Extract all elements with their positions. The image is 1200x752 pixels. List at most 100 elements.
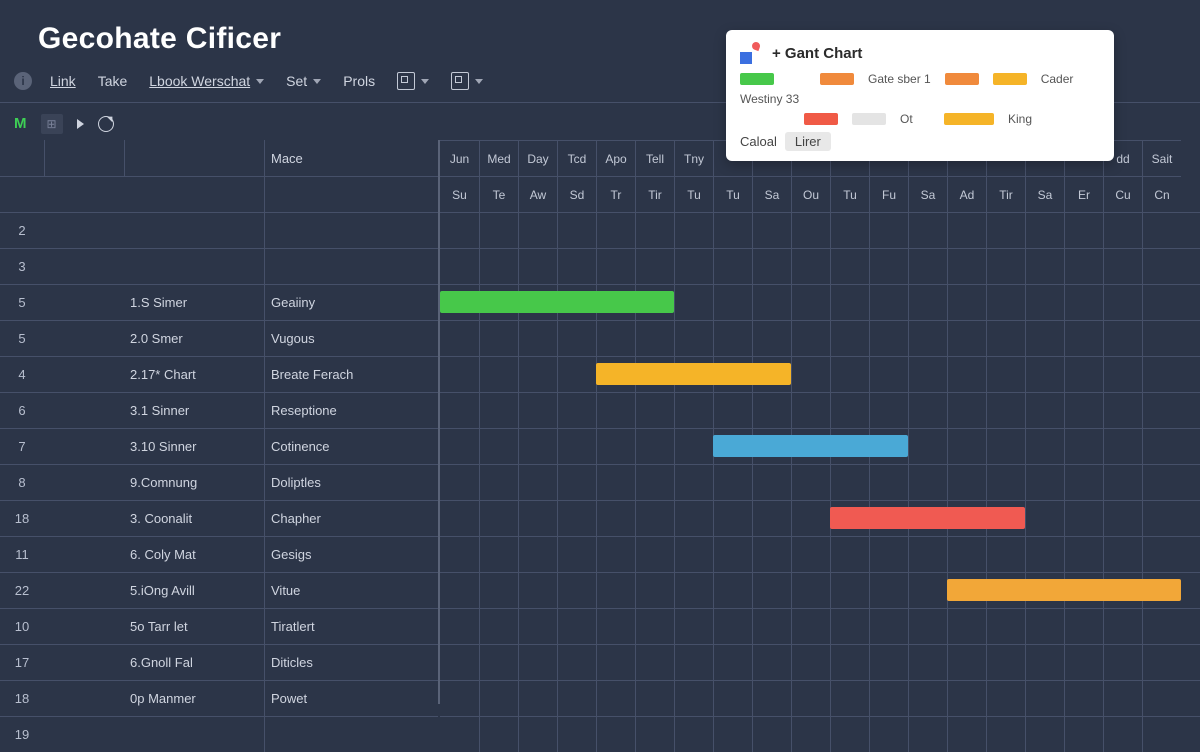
gantt-subheader-cell: Tu [713,176,752,212]
task-name: Diticles [264,645,438,680]
task-id: 6.Gnoll Fal [124,645,264,680]
legend-label: King [1008,112,1032,126]
legend-card: + Gant Chart Gate sber 1 Cader Westiny 3… [726,30,1114,161]
gantt-subheader-cell: Fu [869,176,908,212]
gantt-subheader-cell: Tir [986,176,1025,212]
gantt-subheader-cell: Sd [557,176,596,212]
gantt-subheader-cell: Su [440,176,479,212]
gantt-bar[interactable] [830,507,1025,529]
task-name: Doliptles [264,465,438,500]
legend-label: Gate sber 1 [868,72,931,86]
task-name: Gesigs [264,537,438,572]
row-number: 8 [0,464,44,500]
task-id: 2.17* Chart [124,357,264,392]
legend-footer-button[interactable]: Lirer [785,132,831,151]
task-row[interactable]: 5o Tarr letTiratlert [44,608,438,644]
menu-take[interactable]: Take [94,71,132,91]
gantt-subheader-cell: Te [479,176,518,212]
row-number: 11 [0,536,44,572]
gantt-subheader-cell: Cn [1142,176,1181,212]
task-row[interactable]: 2.17* ChartBreate Ferach [44,356,438,392]
gantt-row [440,392,1200,428]
legend-swatch-orange [820,73,854,85]
task-name: Chapher [264,501,438,536]
task-row[interactable]: 6.Gnoll FalDiticles [44,644,438,680]
refresh-icon[interactable] [98,116,114,132]
m-badge[interactable]: M [14,115,27,132]
task-id: 5o Tarr let [124,609,264,644]
gantt-row [440,464,1200,500]
gantt-subheader-cell: Aw [518,176,557,212]
toolbar-icon-1[interactable] [393,70,433,92]
task-id: 9.Comnung [124,465,264,500]
gantt-subheader-cell: Tr [596,176,635,212]
task-row[interactable]: 3.10 SinnerCotinence [44,428,438,464]
gantt-row [440,608,1200,644]
gantt-header-cell: Day [518,140,557,176]
gantt-subheader-cell: Cu [1103,176,1142,212]
menu-prols[interactable]: Prols [339,71,379,91]
toolbar-icon-2[interactable] [447,70,487,92]
grid-wrap: 2355467818112210171819 Mace 1.S SimerGea… [0,140,1200,704]
chevron-down-icon [256,79,264,84]
task-name: Vugous [264,321,438,356]
task-name: Breate Ferach [264,357,438,392]
gantt-subheader-cell: Tu [830,176,869,212]
gantt-bar[interactable] [947,579,1181,601]
task-name: Powet [264,681,438,716]
gantt-bar[interactable] [713,435,908,457]
task-id: 2.0 Smer [124,321,264,356]
task-row[interactable]: 2.0 SmerVugous [44,320,438,356]
task-row[interactable]: 0p ManmerPowet [44,680,438,716]
task-row[interactable]: 1.S SimerGeaiiny [44,284,438,320]
legend-label: Westiny 33 [740,92,799,106]
task-id: 1.S Simer [124,285,264,320]
legend-swatch-orange2 [945,73,979,85]
gantt-row [440,500,1200,536]
task-id: 3. Coonalit [124,501,264,536]
legend-swatch-green [740,73,774,85]
task-header-col3: Mace [264,140,438,176]
gantt-row [440,320,1200,356]
gantt-header-cell: Sait [1142,140,1181,176]
menu-link[interactable]: Link [46,71,80,91]
row-number: 5 [0,284,44,320]
task-name: Cotinence [264,429,438,464]
gantt-bar[interactable] [596,363,791,385]
legend-footer-text: Caloal [740,134,777,149]
gantt-subheader-cell: Tir [635,176,674,212]
row-number: 19 [0,716,44,752]
task-row[interactable]: 9.ComnungDoliptles [44,464,438,500]
gantt-bar[interactable] [440,291,674,313]
gantt-header-cell: Jun [440,140,479,176]
row-number: 2 [0,212,44,248]
task-row[interactable]: 6. Coly MatGesigs [44,536,438,572]
task-row[interactable]: 5.iOng AvillVitue [44,572,438,608]
task-id: 0p Manmer [124,681,264,716]
row-number-gutter: 2355467818112210171819 [0,140,44,752]
legend-title: + Gant Chart [772,45,862,62]
row-number: 3 [0,248,44,284]
info-icon[interactable]: i [14,72,32,90]
task-row[interactable]: 3.1 SinnerReseptione [44,392,438,428]
task-id: 3.1 Sinner [124,393,264,428]
chevron-down-icon [313,79,321,84]
legend-swatch-grey [852,113,886,125]
menu-lbook[interactable]: Lbook Werschat [145,71,268,91]
gantt-subheader-cell: Sa [908,176,947,212]
task-row[interactable]: 3. CoonalitChapher [44,500,438,536]
menu-set[interactable]: Set [282,71,325,91]
arrow-right-icon[interactable] [77,119,84,129]
row-number: 17 [0,644,44,680]
grid-icon[interactable]: ⊞ [41,114,63,134]
row-number: 10 [0,608,44,644]
row-number: 4 [0,356,44,392]
task-id: 6. Coly Mat [124,537,264,572]
gantt-subheader-cell: Sa [752,176,791,212]
gantt-header-cell: Apo [596,140,635,176]
gantt-row [440,680,1200,716]
task-columns: Mace 1.S SimerGeaiiny2.0 SmerVugous2.17*… [44,140,438,752]
legend-swatch-yellow2 [944,113,994,125]
row-number: 6 [0,392,44,428]
legend-swatch-red [804,113,838,125]
